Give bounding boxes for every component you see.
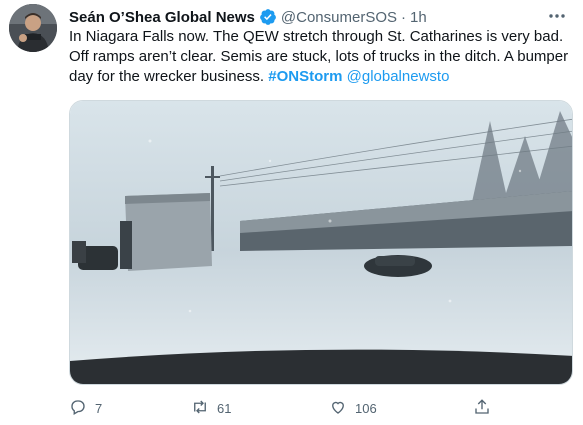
like-count: 106 — [355, 401, 377, 416]
tweet-actions: 7 61 106 — [69, 398, 573, 420]
tweet-photo[interactable] — [69, 100, 573, 385]
author-name[interactable]: Seán O’Shea Global News — [69, 9, 255, 26]
retweet-icon — [191, 398, 217, 419]
reply-count: 7 — [95, 401, 103, 416]
tweet[interactable]: Seán O’Shea Global News @ConsumerSOS · 1… — [0, 0, 583, 425]
verified-badge-icon — [259, 8, 277, 26]
share-button[interactable] — [473, 398, 499, 419]
tweet-header: Seán O’Shea Global News @ConsumerSOS · 1… — [69, 7, 543, 27]
reply-button[interactable]: 7 — [69, 398, 102, 419]
like-button[interactable]: 106 — [329, 398, 377, 419]
hashtag-link[interactable]: #ONStorm — [268, 68, 342, 85]
like-icon — [329, 398, 355, 419]
separator-dot: · — [401, 8, 407, 26]
share-icon — [473, 398, 499, 419]
retweet-button[interactable]: 61 — [191, 398, 231, 419]
timestamp[interactable]: 1h — [410, 9, 427, 26]
avatar[interactable] — [9, 4, 57, 52]
reply-icon — [69, 398, 95, 419]
retweet-count: 61 — [217, 401, 232, 416]
more-icon[interactable] — [545, 6, 569, 26]
tweet-text: In Niagara Falls now. The QEW stretch th… — [69, 27, 569, 87]
author-handle[interactable]: @ConsumerSOS — [281, 9, 397, 26]
mention-link[interactable]: @globalnewsto — [347, 68, 450, 85]
